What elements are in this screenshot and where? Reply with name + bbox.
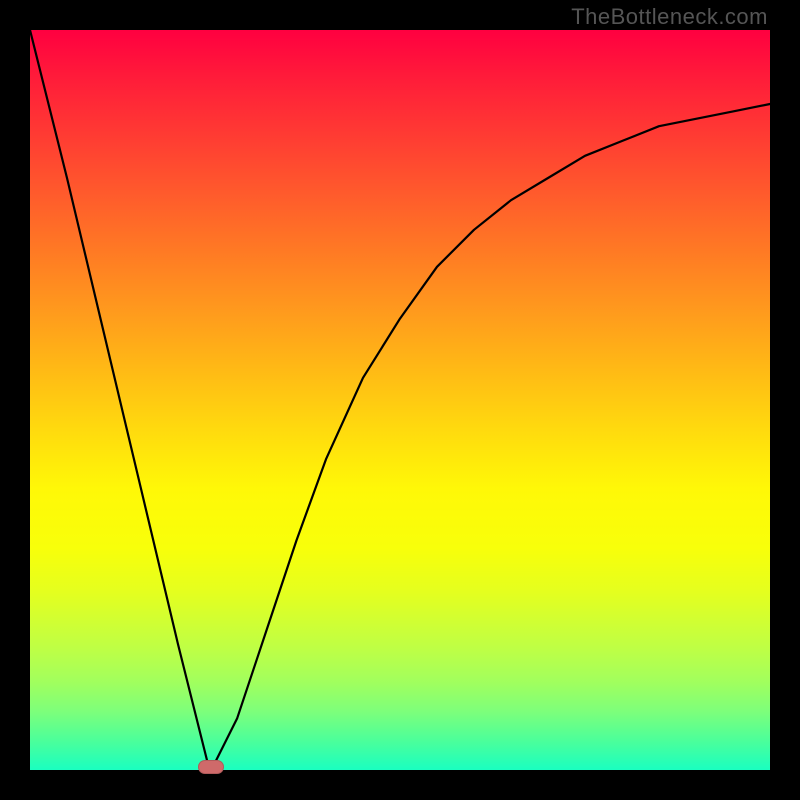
- watermark-text: TheBottleneck.com: [571, 4, 768, 30]
- bottleneck-curve: [30, 30, 770, 770]
- chart-frame: TheBottleneck.com: [0, 0, 800, 800]
- plot-area: [30, 30, 770, 770]
- min-point-marker: [198, 760, 224, 774]
